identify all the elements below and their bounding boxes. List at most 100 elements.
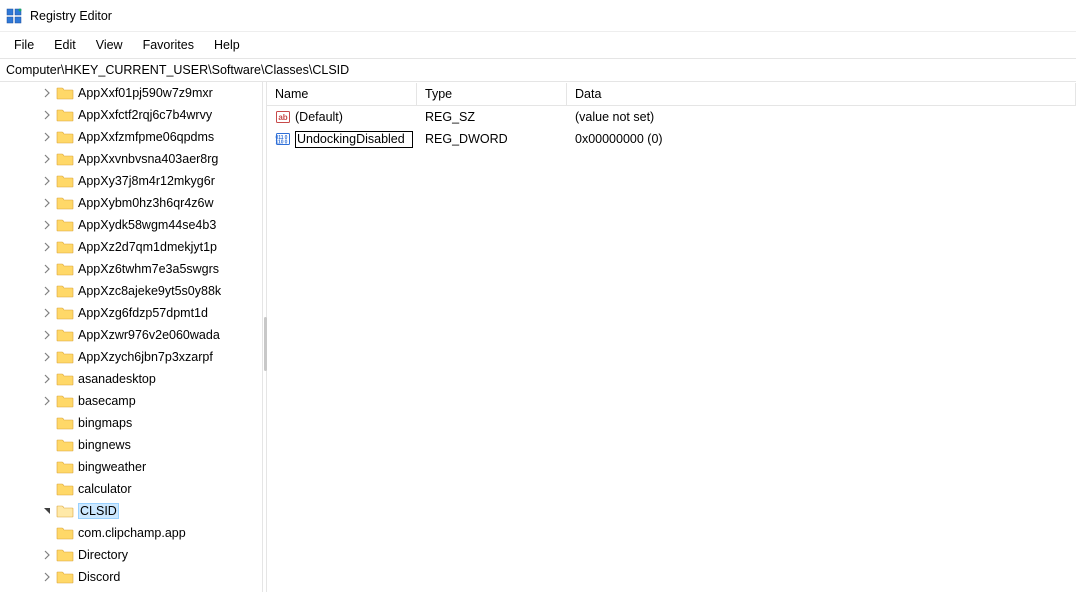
value-data: (value not set) (567, 108, 1076, 126)
titlebar: Registry Editor (0, 0, 1076, 32)
chevron-right-icon[interactable] (42, 132, 56, 142)
tree-item[interactable]: AppXzc8ajeke9yt5s0y88k (0, 280, 262, 302)
column-header-data[interactable]: Data (567, 83, 1076, 105)
chevron-right-icon[interactable] (42, 330, 56, 340)
tree-item-label: AppXz6twhm7e3a5swgrs (78, 262, 219, 276)
addressbar[interactable]: Computer\HKEY_CURRENT_USER\Software\Clas… (0, 58, 1076, 82)
value-row[interactable]: ab (Default)REG_SZ(value not set) (267, 106, 1076, 128)
tree-item-label: asanadesktop (78, 372, 156, 386)
chevron-right-icon[interactable] (42, 550, 56, 560)
tree-item[interactable]: AppXy37j8m4r12mkyg6r (0, 170, 262, 192)
tree-item-label: CLSID (78, 503, 119, 519)
tree-item-label: AppXzwr976v2e060wada (78, 328, 220, 342)
tree-item-label: AppXybm0hz3h6qr4z6w (78, 196, 214, 210)
tree-item[interactable]: AppXzych6jbn7p3xzarpf (0, 346, 262, 368)
value-name-cell[interactable]: 011 0 110 0 (267, 129, 417, 150)
folder-icon (56, 570, 74, 584)
folder-icon (56, 262, 74, 276)
chevron-down-icon[interactable] (42, 506, 56, 516)
value-rename-input[interactable] (295, 131, 413, 148)
tree-item[interactable]: bingweather (0, 456, 262, 478)
tree-pane[interactable]: AppXxf01pj590w7z9mxr AppXxfctf2rqj6c7b4w… (0, 82, 262, 592)
folder-icon (56, 416, 74, 430)
tree-item[interactable]: AppXzwr976v2e060wada (0, 324, 262, 346)
menu-edit[interactable]: Edit (44, 35, 86, 55)
tree-item-label: bingmaps (78, 416, 132, 430)
tree-item[interactable]: Directory (0, 544, 262, 566)
folder-icon (56, 86, 74, 100)
chevron-right-icon[interactable] (42, 154, 56, 164)
folder-icon (56, 196, 74, 210)
tree-item-label: AppXz2d7qm1dmekjyt1p (78, 240, 217, 254)
folder-icon (56, 306, 74, 320)
chevron-right-icon[interactable] (42, 242, 56, 252)
tree-item[interactable]: bingnews (0, 434, 262, 456)
svg-text:ab: ab (278, 113, 287, 122)
tree-item-label: AppXzc8ajeke9yt5s0y88k (78, 284, 221, 298)
folder-icon (56, 174, 74, 188)
menu-favorites[interactable]: Favorites (133, 35, 204, 55)
reg-binary-icon: 011 0 110 0 (275, 131, 291, 147)
tree-item[interactable]: AppXzg6fdzp57dpmt1d (0, 302, 262, 324)
tree-item[interactable]: asanadesktop (0, 368, 262, 390)
chevron-right-icon[interactable] (42, 286, 56, 296)
folder-icon (56, 372, 74, 386)
chevron-right-icon[interactable] (42, 374, 56, 384)
tree-item[interactable]: bingmaps (0, 412, 262, 434)
folder-icon (56, 328, 74, 342)
tree-item[interactable]: com.clipchamp.app (0, 522, 262, 544)
value-name-cell[interactable]: ab (Default) (267, 107, 417, 127)
folder-icon (56, 284, 74, 298)
chevron-right-icon[interactable] (42, 396, 56, 406)
tree-item[interactable]: basecamp (0, 390, 262, 412)
tree-item-label: bingweather (78, 460, 146, 474)
menu-help[interactable]: Help (204, 35, 250, 55)
tree-item[interactable]: calculator (0, 478, 262, 500)
folder-icon (56, 438, 74, 452)
tree-item[interactable]: AppXxf01pj590w7z9mxr (0, 82, 262, 104)
chevron-right-icon[interactable] (42, 176, 56, 186)
tree-item-label: AppXzych6jbn7p3xzarpf (78, 350, 213, 364)
folder-icon (56, 218, 74, 232)
chevron-right-icon[interactable] (42, 308, 56, 318)
tree-item[interactable]: AppXxvnbvsna403aer8rg (0, 148, 262, 170)
tree-item-label: com.clipchamp.app (78, 526, 186, 540)
svg-text:110: 110 (275, 140, 283, 146)
tree-item-label: AppXzg6fdzp57dpmt1d (78, 306, 208, 320)
column-header-type[interactable]: Type (417, 83, 567, 105)
value-type: REG_SZ (417, 108, 567, 126)
tree-item[interactable]: Discord (0, 566, 262, 588)
tree-item-label: AppXxvnbvsna403aer8rg (78, 152, 218, 166)
folder-icon (56, 504, 74, 518)
pane-splitter[interactable] (262, 82, 267, 592)
chevron-right-icon[interactable] (42, 572, 56, 582)
tree-item[interactable]: AppXz6twhm7e3a5swgrs (0, 258, 262, 280)
folder-icon (56, 152, 74, 166)
chevron-right-icon[interactable] (42, 264, 56, 274)
tree-item[interactable]: AppXybm0hz3h6qr4z6w (0, 192, 262, 214)
folder-icon (56, 350, 74, 364)
tree-item[interactable]: AppXydk58wgm44se4b3 (0, 214, 262, 236)
tree-item[interactable]: AppXz2d7qm1dmekjyt1p (0, 236, 262, 258)
list-header: Name Type Data (267, 82, 1076, 106)
tree-item-label: calculator (78, 482, 132, 496)
folder-icon (56, 482, 74, 496)
chevron-right-icon[interactable] (42, 198, 56, 208)
chevron-right-icon[interactable] (42, 110, 56, 120)
chevron-right-icon[interactable] (42, 88, 56, 98)
tree-item[interactable]: CLSID (0, 500, 262, 522)
chevron-right-icon[interactable] (42, 352, 56, 362)
tree-item[interactable]: AppXxfzmfpme06qpdms (0, 126, 262, 148)
tree-item-label: AppXxfctf2rqj6c7b4wrvy (78, 108, 212, 122)
tree-item-label: AppXxf01pj590w7z9mxr (78, 86, 213, 100)
tree-item[interactable]: AppXxfctf2rqj6c7b4wrvy (0, 104, 262, 126)
value-row[interactable]: 011 0 110 0 REG_DWORD0x00000000 (0) (267, 128, 1076, 150)
content-area: AppXxf01pj590w7z9mxr AppXxfctf2rqj6c7b4w… (0, 82, 1076, 592)
folder-icon (56, 394, 74, 408)
menu-file[interactable]: File (4, 35, 44, 55)
column-header-name[interactable]: Name (267, 83, 417, 105)
menu-view[interactable]: View (86, 35, 133, 55)
list-pane[interactable]: Name Type Data ab (Default)REG_SZ(value … (267, 82, 1076, 592)
chevron-right-icon[interactable] (42, 220, 56, 230)
addressbar-path[interactable]: Computer\HKEY_CURRENT_USER\Software\Clas… (2, 61, 353, 79)
